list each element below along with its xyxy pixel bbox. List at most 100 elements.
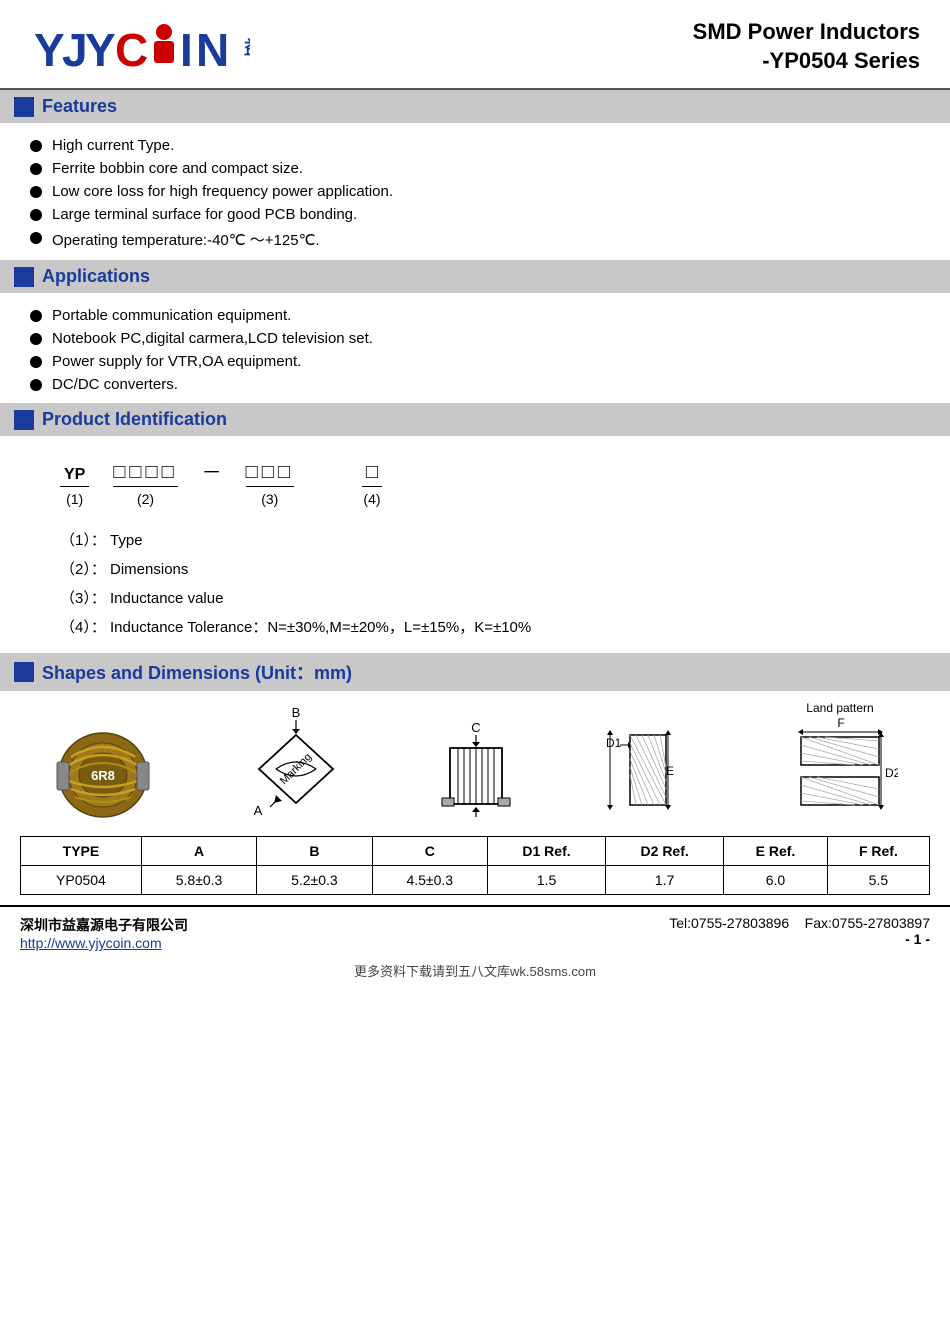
svg-text:J: J	[62, 24, 88, 74]
bullet-dot	[30, 163, 42, 175]
bullet-dot	[30, 186, 42, 198]
product-id-blue-square	[14, 410, 34, 430]
features-header: Features	[0, 90, 950, 123]
crosssection-drawing: C	[438, 722, 513, 826]
list-item: （4）： Inductance Tolerance：N=±30%,M=±20%，…	[60, 616, 910, 637]
list-item: Portable communication equipment.	[30, 307, 920, 324]
footer-tel: Tel:0755-27803896	[669, 915, 789, 931]
list-item: Low core loss for high frequency power a…	[30, 183, 920, 200]
list-item: DC/DC converters.	[30, 376, 920, 393]
bullet-dot	[30, 333, 42, 345]
diamond-drawing: B A Marking	[238, 707, 353, 826]
shapes-header: Shapes and Dimensions (Unit：mm)	[0, 653, 950, 691]
list-item: Notebook PC,digital carmera,LCD televisi…	[30, 330, 920, 347]
bullet-dot	[30, 232, 42, 244]
table-cell-e: 6.0	[724, 866, 828, 895]
list-item: High current Type.	[30, 137, 920, 154]
table-cell-d1: 1.5	[487, 866, 605, 895]
diagram-dash: －	[202, 456, 222, 485]
svg-text:D1: D1	[606, 736, 622, 750]
svg-text:益嘉源: 益嘉源	[244, 37, 250, 58]
logo-area: Y J Y C I N 益嘉源	[30, 18, 250, 78]
shapes-blue-square	[14, 662, 34, 682]
table-header-f: F Ref.	[827, 837, 929, 866]
company-name: 深圳市益嘉源电子有限公司	[20, 915, 188, 935]
svg-text:N: N	[196, 24, 229, 74]
product-id-legend: （1）： Type （2）： Dimensions （3）： Inductanc…	[0, 517, 950, 653]
svg-text:E: E	[666, 764, 674, 778]
company-url[interactable]: http://www.yjycoin.com	[20, 935, 162, 951]
list-item: Ferrite bobbin core and compact size.	[30, 160, 920, 177]
land-pattern-drawing: Land pattern F D2	[783, 701, 898, 826]
feature-item-5: Operating temperature:-40℃ ～+125℃.	[52, 229, 320, 250]
table-cell-b: 5.2±0.3	[257, 866, 372, 895]
list-item: （2）： Dimensions	[60, 558, 910, 579]
legend-num-3: （3）：	[60, 590, 106, 607]
sideview-drawing: D1 E	[598, 717, 698, 826]
app-item-3: Power supply for VTR,OA equipment.	[52, 353, 301, 370]
footer-fax: Fax:0755-27803897	[805, 915, 930, 931]
svg-text:C: C	[115, 24, 148, 74]
list-item: （3）： Inductance value	[60, 587, 910, 608]
table-cell-c: 4.5±0.3	[372, 866, 487, 895]
legend-num-2: （2）：	[60, 561, 106, 578]
legend-text-2: Dimensions	[110, 561, 188, 578]
shapes-title: Shapes and Dimensions (Unit：mm)	[42, 659, 352, 685]
dimensions-table: TYPE A B C D1 Ref. D2 Ref. E Ref. F Ref.…	[20, 836, 930, 895]
diagram-label-4: (4)	[362, 491, 382, 507]
features-content: High current Type. Ferrite bobbin core a…	[0, 123, 950, 260]
svg-text:D2: D2	[885, 766, 898, 780]
svg-text:Y: Y	[34, 24, 65, 74]
product-id-title: Product Identification	[42, 409, 227, 430]
svg-text:Y: Y	[85, 24, 116, 74]
feature-item-4: Large terminal surface for good PCB bond…	[52, 206, 357, 223]
applications-blue-square	[14, 267, 34, 287]
table-header-c: C	[372, 837, 487, 866]
table-header-a: A	[141, 837, 256, 866]
feature-item-1: High current Type.	[52, 137, 174, 154]
bullet-dot	[30, 356, 42, 368]
table-header-type: TYPE	[21, 837, 142, 866]
svg-text:I: I	[180, 24, 193, 74]
bullet-dot	[30, 310, 42, 322]
table-header-e: E Ref.	[724, 837, 828, 866]
svg-text:Marking: Marking	[277, 751, 313, 787]
logo: Y J Y C I N 益嘉源	[30, 18, 250, 78]
features-title: Features	[42, 96, 117, 117]
diagram-prefix: YP	[60, 466, 89, 487]
table-cell-a: 5.8±0.3	[141, 866, 256, 895]
legend-num-4: （4）：	[60, 619, 106, 636]
list-item: Large terminal surface for good PCB bond…	[30, 206, 920, 223]
svg-text:6R8: 6R8	[91, 768, 115, 783]
svg-text:C: C	[471, 722, 480, 735]
table-header-b: B	[257, 837, 372, 866]
table-cell-f: 5.5	[827, 866, 929, 895]
land-pattern-label: Land pattern	[783, 701, 898, 715]
legend-text-4: Inductance Tolerance：N=±30%,M=±20%，L=±15…	[110, 619, 531, 636]
diagram-boxes-3: □□□	[246, 461, 294, 487]
table-header-d2: D2 Ref.	[606, 837, 724, 866]
features-blue-square	[14, 97, 34, 117]
product-title: SMD Power Inductors -YP0504 Series	[693, 18, 920, 75]
svg-text:B: B	[291, 707, 300, 720]
product-title-line2: -YP0504 Series	[693, 47, 920, 76]
applications-header: Applications	[0, 260, 950, 293]
page-number: - 1 -	[905, 931, 930, 947]
product-id-header: Product Identification	[0, 403, 950, 436]
legend-text-1: Type	[110, 532, 143, 549]
table-cell-d2: 1.7	[606, 866, 724, 895]
diagram-label-3: (3)	[246, 491, 294, 507]
footer-left: 深圳市益嘉源电子有限公司 http://www.yjycoin.com	[20, 915, 188, 951]
product-title-line1: SMD Power Inductors	[693, 18, 920, 47]
list-item: Power supply for VTR,OA equipment.	[30, 353, 920, 370]
feature-item-2: Ferrite bobbin core and compact size.	[52, 160, 303, 177]
svg-text:A: A	[253, 803, 262, 818]
list-item: Operating temperature:-40℃ ～+125℃.	[30, 229, 920, 250]
footer: 深圳市益嘉源电子有限公司 http://www.yjycoin.com Tel:…	[0, 905, 950, 955]
product-id-diagram: YP (1) □□□□ (2) － □□□ (3) □ (4)	[0, 436, 950, 517]
header: Y J Y C I N 益嘉源 SMD Power Inductors -YP0…	[0, 0, 950, 90]
table-row: YP0504 5.8±0.3 5.2±0.3 4.5±0.3 1.5 1.7 6…	[21, 866, 930, 895]
table-header-d1: D1 Ref.	[487, 837, 605, 866]
footer-right: Tel:0755-27803896 Fax:0755-27803897 - 1 …	[669, 915, 930, 947]
legend-text-3: Inductance value	[110, 590, 223, 607]
